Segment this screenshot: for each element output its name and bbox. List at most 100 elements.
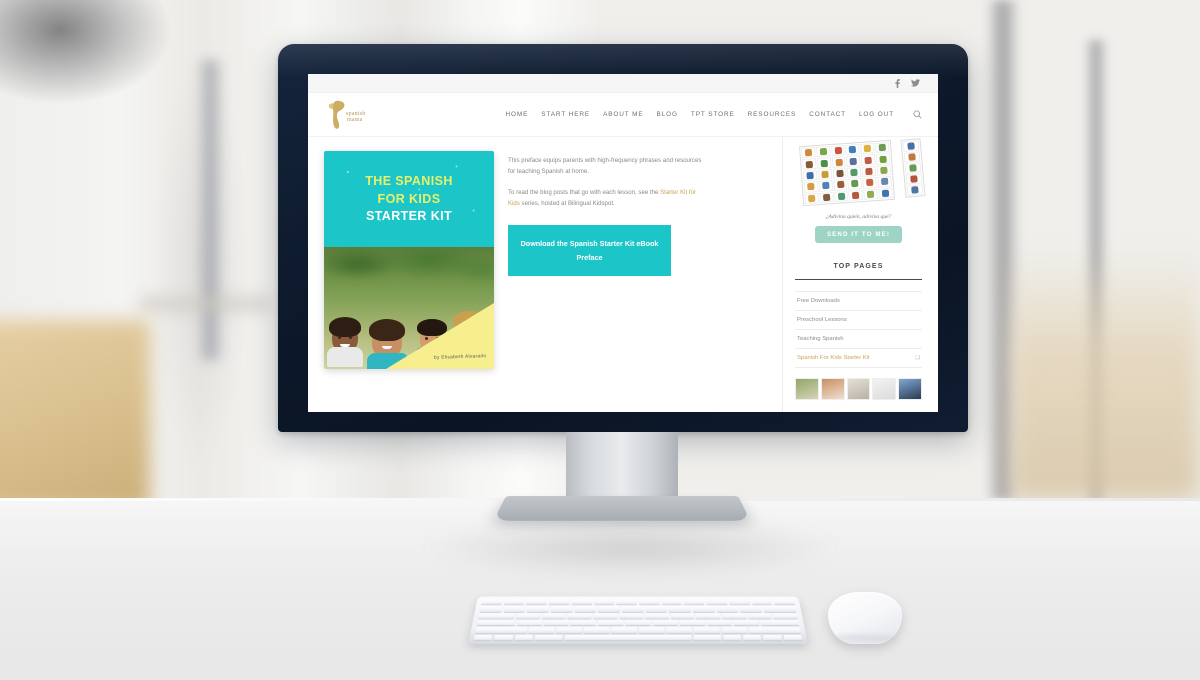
- key-shift-right[interactable]: [748, 627, 801, 634]
- thumbnail-1[interactable]: [795, 378, 819, 400]
- key-arrow-updown[interactable]: [762, 634, 783, 641]
- key[interactable]: [503, 599, 525, 605]
- key[interactable]: [570, 620, 597, 626]
- key-return[interactable]: [760, 620, 800, 626]
- key[interactable]: [644, 613, 669, 619]
- key[interactable]: [721, 627, 748, 634]
- key[interactable]: [661, 599, 683, 605]
- key-shift-left[interactable]: [475, 627, 528, 634]
- key[interactable]: [715, 606, 739, 612]
- key[interactable]: [593, 613, 618, 619]
- list-item-teaching-spanish[interactable]: Teaching Spanish: [795, 330, 922, 349]
- key[interactable]: [692, 606, 715, 612]
- spanish-mama-logo[interactable]: spanish mama: [322, 98, 374, 132]
- key[interactable]: [597, 606, 620, 612]
- key[interactable]: [747, 613, 773, 619]
- key[interactable]: [638, 599, 660, 605]
- key[interactable]: [526, 606, 550, 612]
- key-option-right[interactable]: [722, 634, 742, 641]
- search-icon[interactable]: [913, 110, 922, 119]
- nav-item-home[interactable]: HOME: [506, 111, 529, 118]
- key[interactable]: [574, 606, 597, 612]
- key-tab[interactable]: [478, 613, 515, 619]
- list-item-spanish-for-kids-starter-kit[interactable]: Spanish For Kids Starter Kit ❑: [795, 349, 922, 368]
- key[interactable]: [773, 599, 796, 605]
- key[interactable]: [773, 613, 798, 619]
- key[interactable]: [548, 599, 570, 605]
- thumbnail-5[interactable]: [898, 378, 922, 400]
- flashcard-cell: [860, 143, 875, 155]
- key-control[interactable]: [493, 634, 514, 641]
- key[interactable]: [503, 606, 526, 612]
- key[interactable]: [670, 613, 695, 619]
- key[interactable]: [598, 620, 624, 626]
- key[interactable]: [733, 620, 760, 626]
- thumbnail-4[interactable]: [872, 378, 897, 400]
- key-fn[interactable]: [473, 634, 494, 641]
- key[interactable]: [593, 599, 615, 605]
- key[interactable]: [550, 606, 573, 612]
- key[interactable]: [528, 627, 555, 634]
- key[interactable]: [683, 599, 705, 605]
- key[interactable]: [625, 620, 651, 626]
- facebook-icon[interactable]: [895, 78, 900, 88]
- key[interactable]: [751, 599, 773, 605]
- nav-item-resources[interactable]: RESOURCES: [748, 111, 797, 118]
- key[interactable]: [652, 620, 678, 626]
- key[interactable]: [480, 599, 503, 605]
- recent-posts-thumbnails[interactable]: [795, 378, 922, 400]
- nav-item-about-me[interactable]: ABOUT ME: [603, 111, 643, 118]
- nav-item-log-out[interactable]: LOG OUT: [859, 111, 894, 118]
- key[interactable]: [645, 606, 668, 612]
- key[interactable]: [679, 620, 706, 626]
- key[interactable]: [556, 627, 583, 634]
- key[interactable]: [638, 627, 665, 634]
- key[interactable]: [621, 606, 644, 612]
- magic-mouse[interactable]: [828, 592, 902, 644]
- key[interactable]: [693, 627, 720, 634]
- key[interactable]: [543, 620, 570, 626]
- key[interactable]: [668, 606, 691, 612]
- key-delete[interactable]: [763, 606, 797, 612]
- key-command-right[interactable]: [693, 634, 722, 641]
- nav-item-contact[interactable]: CONTACT: [809, 111, 846, 118]
- key[interactable]: [739, 606, 762, 612]
- key[interactable]: [515, 613, 541, 619]
- list-item-preschool-lessons[interactable]: Preschool Lessons: [795, 311, 922, 330]
- key[interactable]: [706, 599, 728, 605]
- key[interactable]: [526, 599, 548, 605]
- magic-keyboard[interactable]: [468, 596, 808, 644]
- spanish-flashcards-preview[interactable]: [795, 137, 927, 209]
- key[interactable]: [479, 606, 503, 612]
- background-shelf: [140, 296, 270, 312]
- nav-item-start-here[interactable]: START HERE: [541, 111, 590, 118]
- key[interactable]: [706, 620, 733, 626]
- thumbnail-2[interactable]: [820, 378, 845, 400]
- list-item-free-downloads[interactable]: Free Downloads: [795, 292, 922, 311]
- ebook-cover-image[interactable]: THE SPANISH FOR KIDS STARTER KIT by Elis…: [324, 151, 494, 369]
- key[interactable]: [721, 613, 747, 619]
- key[interactable]: [616, 599, 638, 605]
- key-command-left[interactable]: [534, 634, 563, 641]
- key[interactable]: [728, 599, 751, 605]
- download-preface-button[interactable]: Download the Spanish Starter Kit eBook P…: [508, 225, 671, 277]
- key-space[interactable]: [563, 634, 692, 641]
- key[interactable]: [696, 613, 721, 619]
- key[interactable]: [611, 627, 638, 634]
- key[interactable]: [516, 620, 543, 626]
- nav-item-tpt-store[interactable]: TPT STORE: [691, 111, 735, 118]
- key[interactable]: [619, 613, 643, 619]
- key[interactable]: [541, 613, 567, 619]
- key[interactable]: [583, 627, 610, 634]
- key-caps-lock[interactable]: [476, 620, 516, 626]
- nav-item-blog[interactable]: BLOG: [657, 111, 678, 118]
- key[interactable]: [571, 599, 593, 605]
- key-arrow-left[interactable]: [742, 634, 762, 641]
- key[interactable]: [567, 613, 592, 619]
- twitter-icon[interactable]: [911, 79, 920, 87]
- key[interactable]: [666, 627, 693, 634]
- thumbnail-3[interactable]: [846, 378, 871, 400]
- send-it-to-me-button[interactable]: SEND IT TO ME!: [814, 226, 903, 243]
- key-arrow-right[interactable]: [783, 634, 803, 641]
- key-option-left[interactable]: [514, 634, 534, 641]
